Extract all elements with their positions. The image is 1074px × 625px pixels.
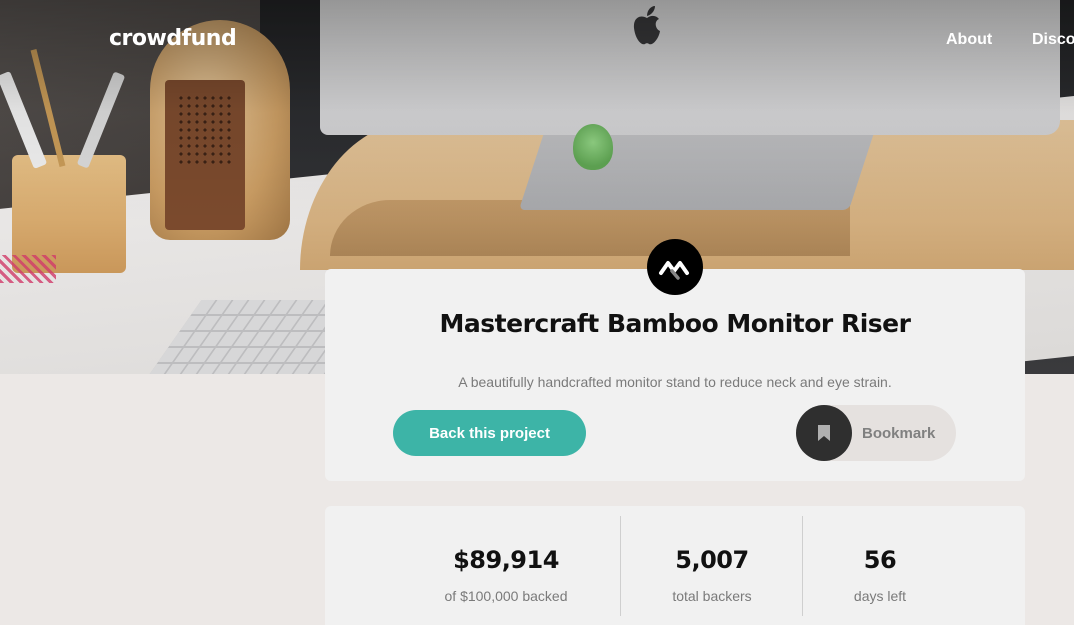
bookmark-button[interactable]: Bookmark xyxy=(796,405,956,461)
bookmark-label: Bookmark xyxy=(862,424,936,442)
stat-value: 56 xyxy=(863,546,897,574)
nav-about-link[interactable]: About xyxy=(946,31,992,49)
logo[interactable]: crowdfund xyxy=(109,26,237,51)
stat-label: total backers xyxy=(672,588,752,604)
stat-amount-backed: $89,914 of $100,000 backed xyxy=(420,546,592,604)
divider xyxy=(620,516,621,616)
nav-discover-link[interactable]: Discover xyxy=(1032,31,1074,49)
stat-label: of $100,000 backed xyxy=(444,588,568,604)
mastercraft-logo-icon xyxy=(647,239,703,295)
stat-label: days left xyxy=(853,588,907,604)
divider xyxy=(802,516,803,616)
project-description: A beautifully handcrafted monitor stand … xyxy=(458,374,892,390)
stat-days-left: 56 days left xyxy=(806,546,954,604)
stat-value: $89,914 xyxy=(453,546,559,574)
bookmark-icon xyxy=(796,405,852,461)
stat-value: 5,007 xyxy=(675,546,749,574)
stat-total-backers: 5,007 total backers xyxy=(622,546,802,604)
project-title: Mastercraft Bamboo Monitor Riser xyxy=(439,309,911,338)
back-project-button[interactable]: Back this project xyxy=(393,410,586,456)
